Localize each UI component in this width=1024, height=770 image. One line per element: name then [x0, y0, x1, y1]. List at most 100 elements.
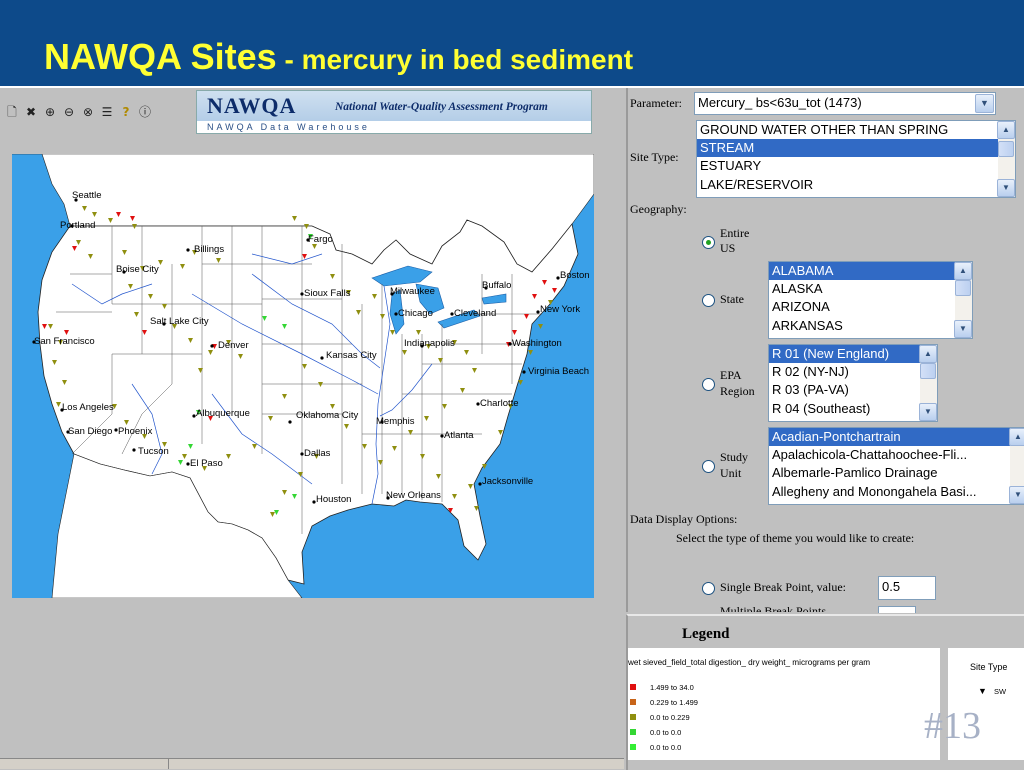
city-label: Billings	[194, 244, 225, 255]
study-unit-scrollbar[interactable]: ▲ ▼	[1009, 428, 1024, 504]
theme-prompt: Select the type of theme you would like …	[676, 531, 915, 545]
chevron-down-icon[interactable]: ▼	[975, 94, 994, 113]
scroll-down-icon[interactable]: ▼	[954, 320, 972, 338]
state-scrollbar[interactable]: ▲ ▼	[954, 262, 972, 338]
layers-icon[interactable]: ☰	[99, 104, 115, 120]
state-list[interactable]: ALABAMA ALASKA ARIZONA ARKANSAS ▲ ▼	[768, 261, 973, 339]
multiple-break-input[interactable]	[878, 606, 916, 613]
city-label: El Paso	[190, 458, 223, 469]
scroll-up-icon[interactable]: ▲	[997, 121, 1015, 139]
entire-us-label-2: US	[720, 241, 736, 255]
state-radio[interactable]	[702, 294, 715, 307]
list-item[interactable]: Allegheny and Monongahela Basi...	[769, 483, 1024, 501]
entire-us-radio[interactable]	[702, 236, 715, 249]
zoom-out-icon[interactable]: ⊖	[61, 104, 77, 120]
banner-subtitle: NAWQA Data Warehouse	[207, 122, 370, 132]
scroll-up-icon[interactable]: ▲	[954, 262, 972, 280]
scroll-down-icon[interactable]: ▼	[919, 403, 937, 421]
nawqa-logo: NAWQA	[207, 93, 297, 118]
list-item[interactable]: R 02 (NY-NJ)	[769, 363, 937, 381]
identify-icon[interactable]: ⓘ	[137, 104, 153, 120]
epa-region-label: EPA	[720, 368, 742, 382]
city-label: Boise City	[116, 264, 159, 275]
zoom-full-icon[interactable]: ⊗	[80, 104, 96, 120]
parameter-select[interactable]: Mercury_ bs<63u_tot (1473) ▼	[694, 92, 996, 115]
entire-us-label: Entire	[720, 226, 750, 240]
banner-tagline: National Water-Quality Assessment Progra…	[335, 101, 548, 113]
list-item[interactable]: Albemarle-Pamlico Drainage	[769, 464, 1024, 482]
city-label: Seattle	[72, 190, 102, 201]
new-document-icon[interactable]: 🗋	[4, 104, 20, 120]
slide-header: NAWQA Sites - mercury in bed sediment	[0, 0, 1024, 88]
site-type-legend-header: Site Type	[970, 662, 1008, 672]
list-item[interactable]: STREAM	[697, 139, 1015, 158]
list-item[interactable]: Apalachicola-Chattahoochee-Fli...	[769, 446, 1024, 464]
single-break-radio[interactable]	[702, 582, 715, 595]
us-map[interactable]: Seattle Portland Billings Fargo Boise Ci…	[12, 154, 594, 598]
legend-swatch	[630, 729, 636, 735]
list-item[interactable]: R 04 (Southeast)	[769, 400, 937, 418]
single-break-value: 0.5	[882, 579, 901, 594]
city-label: Boston	[560, 270, 590, 281]
epa-region-list[interactable]: R 01 (New England) R 02 (NY-NJ) R 03 (PA…	[768, 344, 938, 422]
epa-scrollbar[interactable]: ▲ ▼	[919, 345, 937, 421]
epa-region-radio[interactable]	[702, 378, 715, 391]
list-item[interactable]: ALABAMA	[769, 262, 972, 281]
pan-icon[interactable]: ✖	[23, 104, 39, 120]
site-type-label: Site Type:	[630, 150, 679, 164]
scroll-thumb[interactable]	[998, 141, 1014, 157]
city-label: Memphis	[376, 416, 415, 427]
study-unit-label-2: Unit	[720, 466, 742, 480]
map-toolbar: 🗋 ✖ ⊕ ⊖ ⊗ ☰ ? ⓘ	[4, 102, 153, 122]
scroll-down-icon[interactable]: ▼	[997, 179, 1015, 197]
scroll-thumb[interactable]	[920, 363, 936, 379]
list-item[interactable]: LAKE/RESERVOIR	[697, 176, 1015, 194]
list-item[interactable]: ESTUARY	[697, 157, 1015, 175]
city-label: Albuquerque	[196, 408, 250, 419]
list-item[interactable]: ALASKA	[769, 280, 972, 298]
legend-title: Legend	[682, 626, 730, 642]
map-panel: 🗋 ✖ ⊕ ⊖ ⊗ ☰ ? ⓘ NAWQA National Water-Qua…	[0, 88, 624, 769]
map-canvas	[12, 154, 594, 598]
city-label: Chicago	[398, 308, 433, 319]
legend-label: 1.499 to 34.0	[650, 683, 694, 692]
legend-row: 0.0 to 0.0	[628, 727, 938, 739]
legend-row: 0.229 to 1.499	[628, 697, 938, 709]
scroll-down-icon[interactable]: ▼	[1009, 486, 1024, 504]
city-label: Salt Lake City	[150, 316, 209, 327]
single-break-input[interactable]: 0.5	[878, 576, 936, 600]
list-item[interactable]: Acadian-Pontchartrain	[769, 428, 1024, 447]
list-item[interactable]: ARKANSAS	[769, 317, 972, 335]
list-item[interactable]: GROUND WATER OTHER THAN SPRING	[697, 121, 1015, 139]
list-item[interactable]: ARIZONA	[769, 298, 972, 316]
legend-swatch	[630, 684, 636, 690]
site-type-code: SW	[994, 687, 1007, 696]
city-label: Houston	[316, 494, 352, 505]
city-label: Fargo	[308, 234, 333, 245]
city-label: San Diego	[68, 426, 113, 437]
epa-region-label-2: Region	[720, 384, 755, 398]
legend-label: 0.0 to 0.0	[650, 743, 682, 752]
scroll-up-icon[interactable]: ▲	[1009, 428, 1024, 446]
list-item[interactable]: R 01 (New England)	[769, 345, 937, 364]
legend-row: 0.0 to 0.229	[628, 712, 938, 724]
legend-label: 0.0 to 0.0	[650, 728, 682, 737]
list-item[interactable]: R 03 (PA-VA)	[769, 381, 937, 399]
city-label: New Orleans	[386, 490, 441, 501]
site-type-list[interactable]: GROUND WATER OTHER THAN SPRING STREAM ES…	[696, 120, 1016, 198]
legend-box: wet sieved_field_total digestion_ dry we…	[628, 648, 940, 760]
city-label: Buffalo	[482, 280, 512, 291]
zoom-in-icon[interactable]: ⊕	[42, 104, 58, 120]
legend-row: 0.0 to 0.0	[628, 742, 938, 754]
site-type-scrollbar[interactable]: ▲ ▼	[997, 121, 1015, 197]
study-unit-list[interactable]: Acadian-Pontchartrain Apalachicola-Chatt…	[768, 427, 1024, 505]
geography-label: Geography:	[630, 202, 687, 216]
parameter-value: Mercury_ bs<63u_tot (1473)	[698, 95, 862, 110]
scroll-thumb[interactable]	[955, 280, 971, 296]
city-label: Milwaukee	[390, 286, 435, 297]
study-unit-radio[interactable]	[702, 460, 715, 473]
scroll-up-icon[interactable]: ▲	[919, 345, 937, 363]
city-label: Phoenix	[118, 426, 153, 437]
legend-swatch	[630, 699, 636, 705]
help-icon[interactable]: ?	[118, 104, 134, 120]
